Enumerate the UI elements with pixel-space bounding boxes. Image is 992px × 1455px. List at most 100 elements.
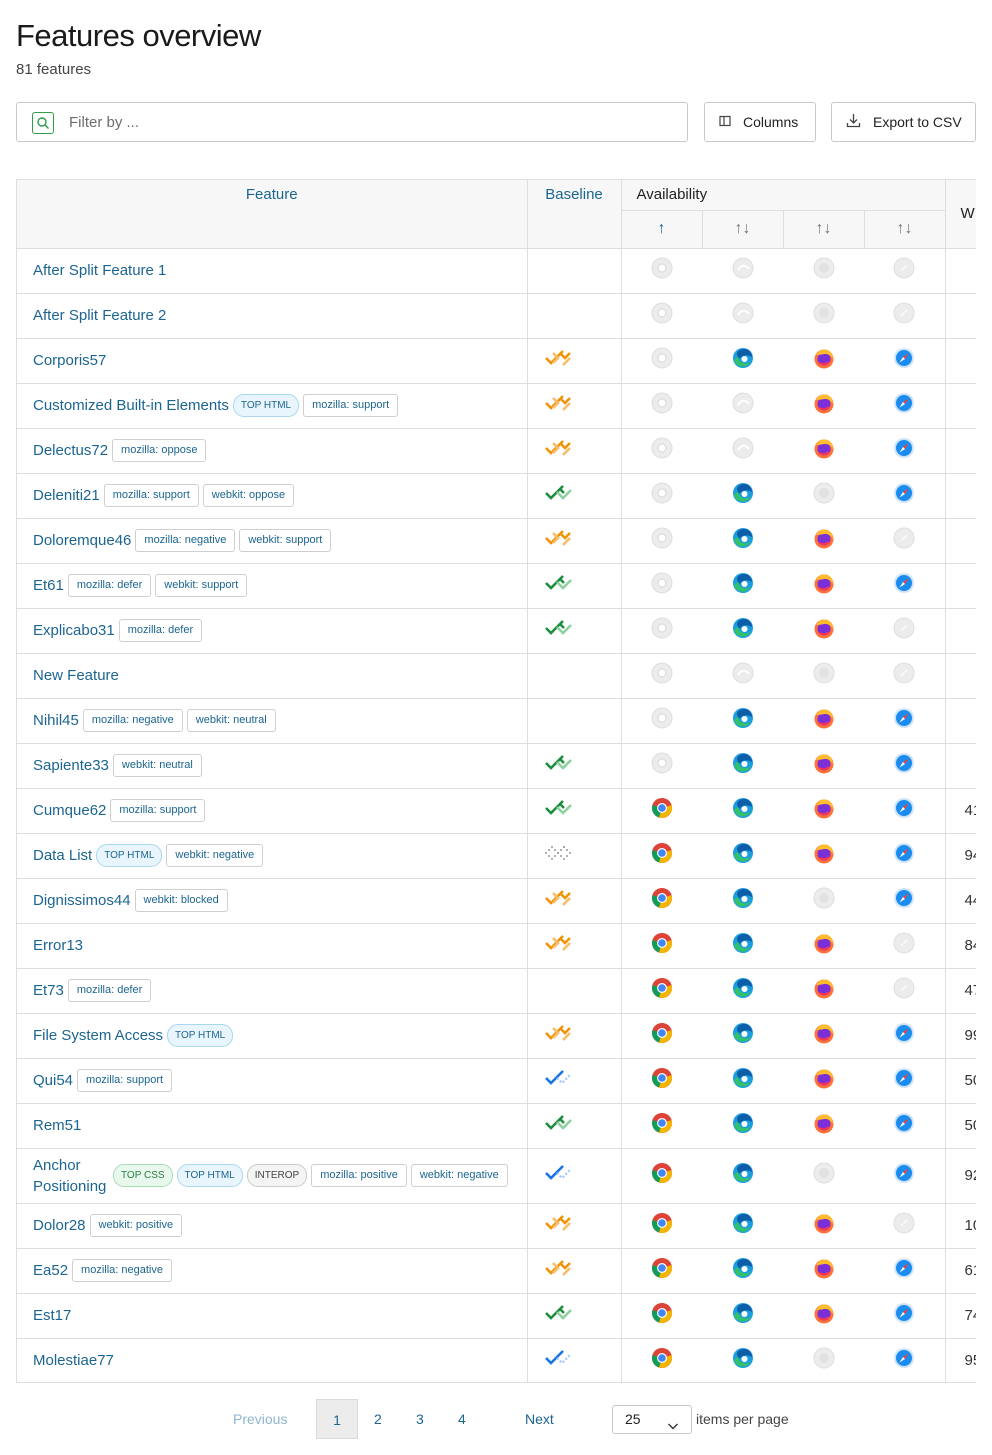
safari-availability-cell xyxy=(864,788,946,834)
firefox-icon xyxy=(813,1257,835,1284)
feature-link[interactable]: Customized Built-in Elements xyxy=(33,397,229,414)
feature-link[interactable]: Molestiae77 xyxy=(33,1352,114,1369)
table-row: Est17 74 xyxy=(17,1293,976,1339)
page-1-button[interactable]: 1 xyxy=(316,1399,358,1439)
sort-chrome-button[interactable]: ↑ xyxy=(621,210,703,249)
feature-link[interactable]: Delectus72 xyxy=(33,442,108,459)
table-row: File System AccessTOP HTML 99 xyxy=(17,1013,976,1059)
position-badge: mozilla: positive xyxy=(311,1164,407,1187)
firefox-availability-cell xyxy=(783,383,864,429)
position-badge: mozilla: negative xyxy=(82,709,183,732)
baseline-widely-icon xyxy=(544,755,572,776)
search-input[interactable] xyxy=(67,110,667,134)
baseline-column-header[interactable]: Baseline xyxy=(527,180,622,249)
chrome-availability-cell xyxy=(621,833,702,879)
safari-icon xyxy=(893,1302,915,1329)
feature-link[interactable]: Sapiente33 xyxy=(33,757,109,774)
feature-link[interactable]: Doloremque46 xyxy=(33,532,131,549)
columns-button[interactable]: Columns xyxy=(704,102,816,142)
edge-availability-cell xyxy=(702,743,783,789)
feature-link[interactable]: Dignissimos44 xyxy=(33,892,131,909)
baseline-cell xyxy=(527,1148,622,1204)
position-badge: webkit: support xyxy=(239,529,332,552)
feature-link[interactable]: Qui54 xyxy=(33,1072,73,1089)
chrome-unavailable-icon xyxy=(651,752,673,779)
safari-availability-cell xyxy=(864,1058,946,1104)
safari-availability-cell xyxy=(864,968,946,1014)
feature-link[interactable]: Est17 xyxy=(33,1307,71,1324)
firefox-availability-cell xyxy=(783,653,864,699)
sort-firefox-button[interactable]: ↑↓ xyxy=(783,210,865,249)
feature-link[interactable]: Et61 xyxy=(33,577,64,594)
table-row: Dignissimos44webkit: blocked 44 xyxy=(17,878,976,924)
firefox-availability-cell xyxy=(783,1338,864,1382)
page-2-button[interactable]: 2 xyxy=(374,1411,382,1451)
position-badge: mozilla: negative xyxy=(72,1259,172,1282)
edge-icon xyxy=(732,1347,754,1374)
items-per-page-select[interactable]: 25 xyxy=(612,1405,692,1434)
feature-cell: File System Access TOP HTML xyxy=(17,1013,528,1059)
safari-availability-cell xyxy=(864,383,946,429)
safari-availability-cell xyxy=(864,1148,946,1204)
baseline-cell xyxy=(527,293,622,339)
feature-column-header[interactable]: Feature xyxy=(17,180,528,249)
chrome-availability-cell xyxy=(621,608,702,654)
feature-link[interactable]: After Split Feature 1 xyxy=(33,262,166,279)
safari-availability-cell xyxy=(864,878,946,924)
previous-page-button[interactable]: Previous xyxy=(233,1411,287,1451)
firefox-icon xyxy=(813,1022,835,1049)
feature-link[interactable]: Data List xyxy=(33,847,92,864)
page-4-button[interactable]: 4 xyxy=(458,1411,466,1451)
search-box[interactable] xyxy=(16,102,688,142)
chrome-availability-cell xyxy=(621,1203,702,1249)
chrome-unavailable-icon xyxy=(651,572,673,599)
firefox-availability-cell xyxy=(783,1148,864,1204)
baseline-limited-icon xyxy=(544,350,572,371)
edge-icon xyxy=(732,1022,754,1049)
feature-link[interactable]: Dolor28 xyxy=(33,1217,86,1234)
feature-link[interactable]: After Split Feature 2 xyxy=(33,307,166,324)
feature-link[interactable]: Ea52 xyxy=(33,1262,68,1279)
chrome-availability-cell xyxy=(621,518,702,564)
sort-edge-button[interactable]: ↑↓ xyxy=(702,210,784,249)
safari-availability-cell xyxy=(864,608,946,654)
baseline-cell xyxy=(527,788,622,834)
baseline-cell xyxy=(527,743,622,789)
feature-cell: Cumque62 mozilla: support xyxy=(17,788,528,834)
safari-icon xyxy=(893,707,915,734)
wpt-score-cell: 92 xyxy=(945,1148,976,1204)
next-page-button[interactable]: Next xyxy=(525,1411,554,1451)
feature-cell: Rem51 xyxy=(17,1103,528,1149)
feature-link[interactable]: Anchor Positioning xyxy=(33,1155,109,1197)
feature-link[interactable]: Et73 xyxy=(33,982,64,999)
feature-link[interactable]: New Feature xyxy=(33,667,119,684)
table-row: Error13 84 xyxy=(17,923,976,969)
page-3-button[interactable]: 3 xyxy=(416,1411,424,1451)
export-label: Export to CSV xyxy=(873,114,962,130)
feature-link[interactable]: Cumque62 xyxy=(33,802,106,819)
safari-icon xyxy=(893,392,915,419)
baseline-limited-icon xyxy=(544,1260,572,1281)
baseline-limited-icon xyxy=(544,890,572,911)
top-html-chip: TOP HTML xyxy=(167,1024,234,1047)
feature-cell: New Feature xyxy=(17,653,528,699)
firefox-availability-cell xyxy=(783,248,864,294)
feature-link[interactable]: Rem51 xyxy=(33,1117,81,1134)
feature-link[interactable]: Error13 xyxy=(33,937,83,954)
firefox-availability-cell xyxy=(783,968,864,1014)
feature-link[interactable]: File System Access xyxy=(33,1027,163,1044)
chrome-unavailable-icon xyxy=(651,392,673,419)
columns-icon xyxy=(719,114,731,130)
feature-link[interactable]: Nihil45 xyxy=(33,712,79,729)
chrome-icon xyxy=(651,1112,673,1139)
top-interop-chip: INTEROP xyxy=(246,1164,308,1187)
edge-icon xyxy=(732,842,754,869)
sort-safari-button[interactable]: ↑↓ xyxy=(864,210,946,249)
chrome-availability-cell xyxy=(621,1013,702,1059)
edge-availability-cell xyxy=(702,833,783,879)
feature-link[interactable]: Deleniti21 xyxy=(33,487,100,504)
export-csv-button[interactable]: Export to CSV xyxy=(831,102,976,142)
feature-link[interactable]: Corporis57 xyxy=(33,352,106,369)
firefox-icon xyxy=(813,572,835,599)
feature-link[interactable]: Explicabo31 xyxy=(33,622,115,639)
